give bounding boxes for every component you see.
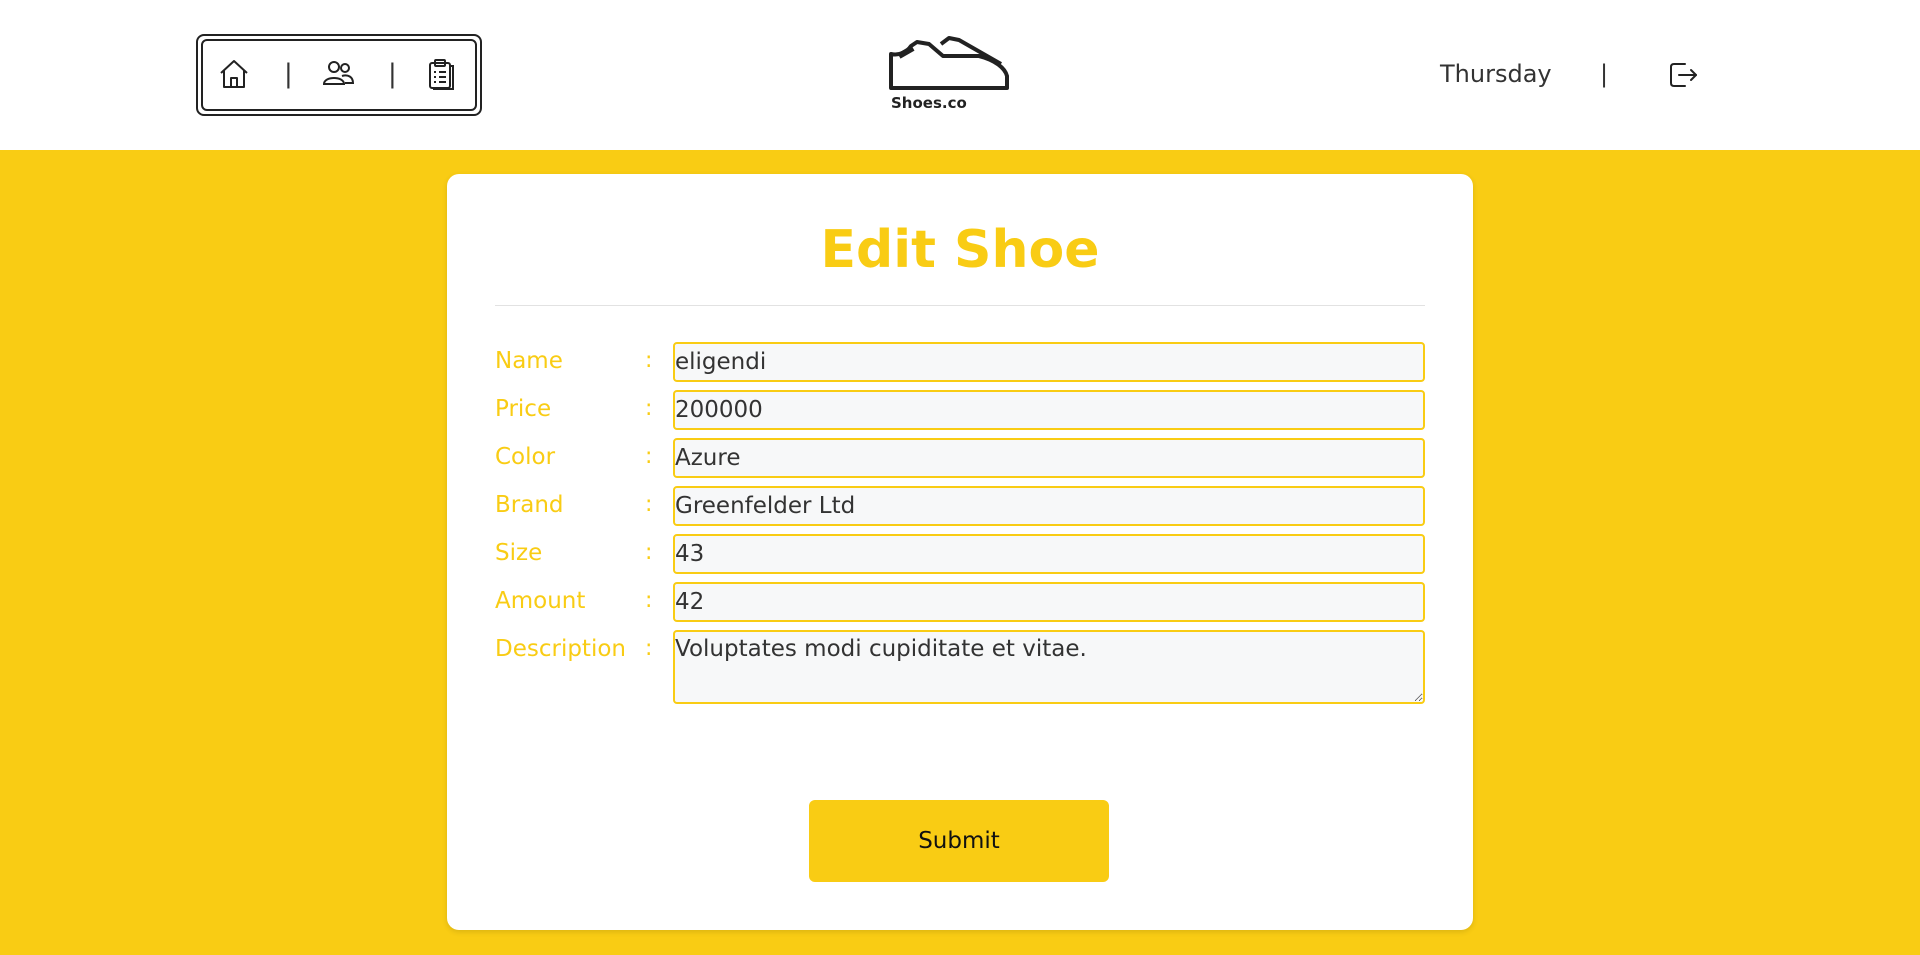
- colon: :: [645, 348, 653, 373]
- color-label: Color: [495, 444, 556, 470]
- form-row-amount: Amount :: [495, 582, 1425, 622]
- form-row-color: Color :: [495, 438, 1425, 478]
- brand-input[interactable]: [673, 486, 1425, 526]
- top-header: | | Shoes.co Thursday |: [0, 0, 1920, 150]
- name-input[interactable]: [673, 342, 1425, 382]
- brand-logo[interactable]: Shoes.co: [885, 30, 1011, 114]
- title-divider: [495, 305, 1425, 306]
- color-input[interactable]: [673, 438, 1425, 478]
- price-label: Price: [495, 396, 552, 422]
- size-input[interactable]: [673, 534, 1425, 574]
- current-day: Thursday: [1440, 60, 1552, 88]
- home-icon[interactable]: [216, 56, 252, 92]
- header-separator: |: [1600, 60, 1609, 88]
- colon: :: [645, 444, 653, 469]
- brand-label: Brand: [495, 492, 564, 518]
- page-title: Edit Shoe: [820, 220, 1100, 280]
- colon: :: [645, 588, 653, 613]
- logout-icon[interactable]: [1666, 58, 1700, 92]
- form-row-brand: Brand :: [495, 486, 1425, 526]
- nav-separator: |: [284, 59, 293, 89]
- shoe-logo-icon: [889, 36, 1009, 90]
- description-textarea[interactable]: Voluptates modi cupiditate et vitae.: [673, 630, 1425, 704]
- form-row-description: Description : Voluptates modi cupiditate…: [495, 630, 1425, 704]
- submit-button[interactable]: Submit: [809, 800, 1109, 882]
- description-label: Description: [495, 636, 626, 662]
- form-row-size: Size :: [495, 534, 1425, 574]
- logo-text: Shoes.co: [891, 94, 967, 112]
- price-input[interactable]: [673, 390, 1425, 430]
- form-row-price: Price :: [495, 390, 1425, 430]
- colon: :: [645, 492, 653, 517]
- users-icon[interactable]: [320, 56, 356, 92]
- colon: :: [645, 636, 653, 661]
- colon: :: [645, 396, 653, 421]
- nav-group: | |: [196, 34, 482, 116]
- colon: :: [645, 540, 653, 565]
- edit-shoe-card: Edit Shoe Name : Price : Color : Brand :…: [447, 174, 1473, 930]
- name-label: Name: [495, 348, 563, 374]
- nav-separator: |: [388, 59, 397, 89]
- amount-input[interactable]: [673, 582, 1425, 622]
- amount-label: Amount: [495, 588, 586, 614]
- size-label: Size: [495, 540, 543, 566]
- clipboard-icon[interactable]: [422, 56, 458, 92]
- form-row-name: Name :: [495, 342, 1425, 382]
